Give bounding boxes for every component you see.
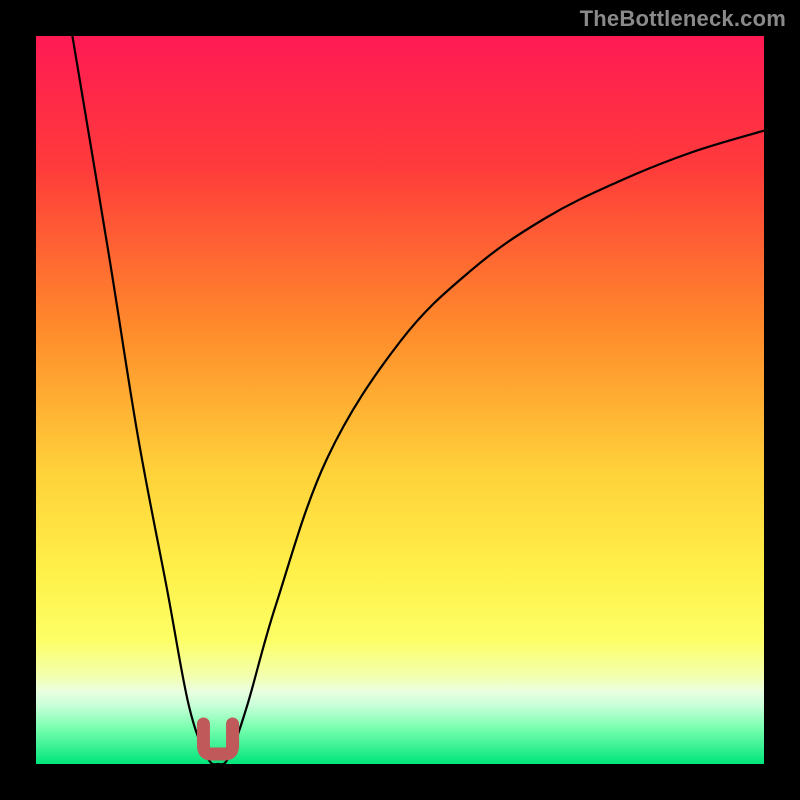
minimum-marker — [203, 724, 232, 754]
chart-frame: TheBottleneck.com — [0, 0, 800, 800]
bottleneck-curve — [72, 36, 764, 764]
curve-layer — [36, 36, 764, 764]
watermark-text: TheBottleneck.com — [580, 6, 786, 32]
plot-area — [36, 36, 764, 764]
